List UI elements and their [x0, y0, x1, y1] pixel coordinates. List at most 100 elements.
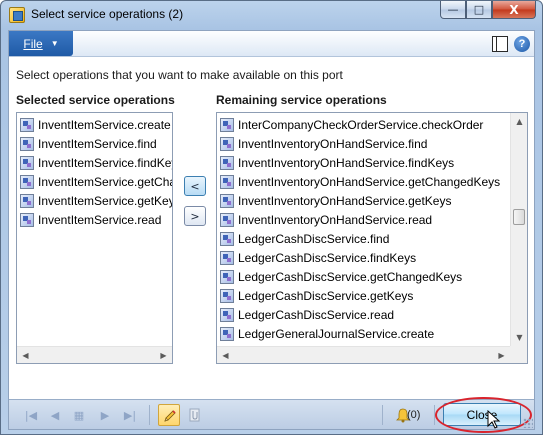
dialog-client-area: File ▼ ? Select operations that you want…: [8, 30, 535, 433]
service-operation-icon: [20, 136, 34, 151]
service-operation-icon: [220, 212, 234, 227]
service-operation-icon: [220, 288, 234, 303]
attachment-icon[interactable]: [187, 407, 203, 423]
caption-buttons: — □ X: [440, 1, 536, 19]
scroll-left-icon[interactable]: ◀: [17, 347, 34, 363]
selected-operations-items: InventItemService.create InventItemServic…: [17, 115, 172, 229]
close-window-button[interactable]: X: [492, 1, 536, 19]
scroll-right-icon[interactable]: ▶: [155, 347, 172, 363]
service-operation-icon: [20, 117, 34, 132]
notification-count: (0): [407, 409, 421, 421]
scroll-left-icon[interactable]: ◀: [217, 347, 234, 363]
list-item-label: LedgerCashDiscService.getChangedKeys: [238, 269, 463, 284]
list-item[interactable]: InventInventoryOnHandService.getKeys: [217, 191, 527, 210]
service-operation-icon: [220, 326, 234, 341]
list-item-label: InventItemService.getChangedKeys: [38, 174, 173, 189]
list-item[interactable]: InventItemService.create: [17, 115, 172, 134]
resize-grip[interactable]: [523, 418, 533, 428]
pencil-icon: [164, 410, 176, 422]
list-item[interactable]: InventInventoryOnHandService.find: [217, 134, 527, 153]
list-item[interactable]: InventItemService.find: [17, 134, 172, 153]
app-icon: [9, 7, 25, 23]
instruction-text: Select operations that you want to make …: [16, 68, 343, 82]
remaining-operations-header: Remaining service operations: [216, 93, 387, 107]
scroll-down-icon[interactable]: ▼: [511, 329, 527, 346]
service-operation-icon: [220, 174, 234, 189]
list-item[interactable]: LedgerCashDiscService.find: [217, 229, 527, 248]
list-item-label: InventInventoryOnHandService.find: [238, 136, 428, 151]
previous-record-icon[interactable]: ◀: [47, 407, 63, 423]
scrollbar-thumb[interactable]: [513, 209, 525, 225]
file-menu-button[interactable]: File ▼: [9, 31, 73, 56]
list-item[interactable]: InventInventoryOnHandService.getChangedK…: [217, 172, 527, 191]
service-operation-icon: [220, 269, 234, 284]
list-item-label: LedgerCashDiscService.read: [238, 307, 395, 322]
service-operation-icon: [20, 174, 34, 189]
first-record-icon[interactable]: |◀: [23, 407, 39, 423]
toolbar-separator: [434, 405, 435, 425]
selected-operations-list[interactable]: InventItemService.create InventItemServic…: [16, 112, 173, 364]
scroll-right-icon[interactable]: ▶: [493, 347, 510, 363]
list-item[interactable]: LedgerGeneralJournalService.create: [217, 324, 527, 343]
service-operation-icon: [220, 117, 234, 132]
service-operation-icon: [220, 307, 234, 322]
add-operation-button[interactable]: <: [184, 176, 206, 196]
minimize-button[interactable]: —: [440, 1, 466, 19]
service-operation-icon: [220, 231, 234, 246]
grid-view-icon[interactable]: ▦: [71, 407, 87, 423]
window-title: Select service operations (2): [31, 7, 184, 21]
list-item-label: LedgerCashDiscService.getKeys: [238, 288, 414, 303]
horizontal-scrollbar[interactable]: ◀ ▶: [217, 346, 510, 363]
list-item-label: InventInventoryOnHandService.findKeys: [238, 155, 455, 170]
list-item[interactable]: InventItemService.getKeys: [17, 191, 172, 210]
toolbar-separator: [382, 405, 383, 425]
list-item[interactable]: InventInventoryOnHandService.read: [217, 210, 527, 229]
minimize-icon: —: [447, 3, 459, 16]
list-item[interactable]: LedgerCashDiscService.getKeys: [217, 286, 527, 305]
list-item[interactable]: InventInventoryOnHandService.findKeys: [217, 153, 527, 172]
list-item-label: InventInventoryOnHandService.getChangedK…: [238, 174, 501, 189]
close-icon: X: [509, 2, 519, 17]
list-item[interactable]: InventItemService.read: [17, 210, 172, 229]
selected-operations-header: Selected service operations: [16, 93, 175, 107]
list-item[interactable]: InventItemService.findKeys: [17, 153, 172, 172]
maximize-button[interactable]: □: [466, 1, 492, 19]
chevron-down-icon: ▼: [50, 39, 59, 48]
maximize-icon: □: [473, 3, 485, 16]
list-item-label: InventItemService.create: [38, 117, 171, 132]
list-item[interactable]: InterCompanyCheckOrderService.checkOrder: [217, 115, 527, 134]
next-record-icon[interactable]: ▶: [97, 407, 113, 423]
list-item-label: InventItemService.findKeys: [38, 155, 173, 170]
file-menu-label: File: [23, 36, 43, 51]
service-operation-icon: [20, 155, 34, 170]
panel-layout-icon[interactable]: [492, 36, 508, 52]
vertical-scrollbar[interactable]: ▲ ▼: [510, 113, 527, 346]
list-item-label: InventInventoryOnHandService.getKeys: [238, 193, 452, 208]
list-item-label: LedgerGeneralJournalService.create: [238, 326, 435, 341]
list-item[interactable]: LedgerCashDiscService.read: [217, 305, 527, 324]
dialog-window: Select service operations (2) — □ X File…: [0, 0, 543, 435]
list-item-label: InventItemService.find: [38, 136, 157, 151]
list-item-label: LedgerCashDiscService.find: [238, 231, 390, 246]
list-item[interactable]: InventItemService.getChangedKeys: [17, 172, 172, 191]
service-operation-icon: [20, 193, 34, 208]
title-bar[interactable]: Select service operations (2) — □ X: [1, 1, 542, 29]
edit-button[interactable]: [158, 404, 180, 426]
list-item-label: InventItemService.read: [38, 212, 162, 227]
last-record-icon[interactable]: ▶|: [122, 407, 138, 423]
list-item[interactable]: LedgerCashDiscService.getChangedKeys: [217, 267, 527, 286]
remove-operation-button[interactable]: >: [184, 206, 206, 226]
list-item-label: InventInventoryOnHandService.read: [238, 212, 433, 227]
list-item-label: LedgerCashDiscService.findKeys: [238, 250, 417, 265]
list-item-label: InventItemService.getKeys: [38, 193, 173, 208]
scroll-up-icon[interactable]: ▲: [511, 113, 527, 130]
list-item-label: InterCompanyCheckOrderService.checkOrder: [238, 117, 484, 132]
service-operation-icon: [220, 155, 234, 170]
close-button[interactable]: Close: [443, 403, 521, 426]
service-operation-icon: [220, 136, 234, 151]
horizontal-scrollbar[interactable]: ◀ ▶: [17, 346, 172, 363]
status-bar: |◀ ◀ ▦ ▶ ▶| (0) Close: [9, 397, 534, 433]
help-icon[interactable]: ?: [514, 36, 530, 52]
list-item[interactable]: LedgerCashDiscService.findKeys: [217, 248, 527, 267]
remaining-operations-list[interactable]: InterCompanyCheckOrderService.checkOrder…: [216, 112, 528, 364]
